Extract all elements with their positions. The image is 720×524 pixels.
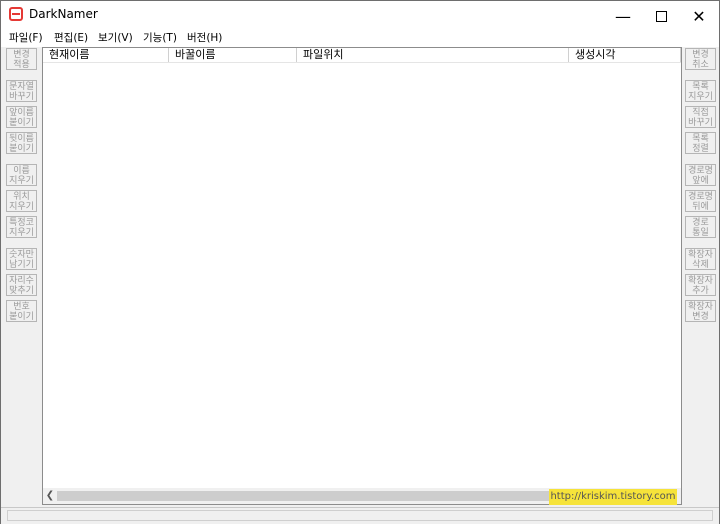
- erase-position-button[interactable]: 위치 지우기: [6, 190, 37, 212]
- file-list[interactable]: 현재이름 바꿀이름 파일위치 생성시각 ❮ ❯: [42, 47, 682, 505]
- cancel-change-button[interactable]: 변경 취소: [685, 48, 716, 70]
- menu-file[interactable]: 파일(F): [9, 30, 43, 45]
- change-extension-button[interactable]: 확장자 변경: [685, 300, 716, 322]
- menu-view[interactable]: 보기(V): [98, 30, 133, 45]
- clear-list-button[interactable]: 목록 지우기: [685, 80, 716, 102]
- scroll-left-icon[interactable]: ❮: [43, 488, 57, 504]
- status-bar: [1, 507, 719, 524]
- title-bar: DarkNamer — ✕: [1, 1, 719, 31]
- maximize-icon: [655, 10, 667, 22]
- menu-edit[interactable]: 편집(E): [54, 30, 88, 45]
- direct-rename-button[interactable]: 직접 바꾸기: [685, 106, 716, 128]
- close-icon: ✕: [692, 6, 706, 26]
- status-pane: [7, 510, 713, 521]
- maximize-button[interactable]: [641, 1, 681, 31]
- sort-list-button[interactable]: 목록 정렬: [685, 132, 716, 154]
- add-extension-button[interactable]: 확장자 추가: [685, 274, 716, 296]
- app-icon: [9, 7, 23, 21]
- replace-string-button[interactable]: 문자열 바꾸기: [6, 80, 37, 102]
- watermark-link: http://kriskim.tistory.com: [549, 489, 677, 505]
- path-prefix-button[interactable]: 경로명 앞에: [685, 164, 716, 186]
- column-created-time[interactable]: 생성시각: [569, 48, 681, 62]
- apply-change-button[interactable]: 변경 적용: [6, 48, 37, 70]
- erase-specific-button[interactable]: 특정코 지우기: [6, 216, 37, 238]
- column-file-location[interactable]: 파일위치: [297, 48, 569, 62]
- menu-bar: 파일(F) 편집(E) 보기(V) 기능(T) 버전(H): [1, 29, 719, 47]
- list-header: 현재이름 바꿀이름 파일위치 생성시각: [43, 48, 681, 63]
- erase-name-button[interactable]: 이름 지우기: [6, 164, 37, 186]
- keep-numbers-button[interactable]: 숫자만 남기기: [6, 248, 37, 270]
- delete-extension-button[interactable]: 확장자 삭제: [685, 248, 716, 270]
- minimize-button[interactable]: —: [603, 1, 643, 31]
- window-title: DarkNamer: [29, 7, 98, 21]
- column-current-name[interactable]: 현재이름: [43, 48, 169, 62]
- add-number-button[interactable]: 번호 붙이기: [6, 300, 37, 322]
- app-window: DarkNamer — ✕ 파일(F) 편집(E) 보기(V) 기능(T) 버전…: [0, 0, 720, 524]
- minimize-icon: —: [615, 6, 631, 26]
- path-suffix-button[interactable]: 경로명 뒤에: [685, 190, 716, 212]
- pad-digits-button[interactable]: 자리수 맞추기: [6, 274, 37, 296]
- menu-function[interactable]: 기능(T): [143, 30, 177, 45]
- append-name-button[interactable]: 뒷이름 붙이기: [6, 132, 37, 154]
- prepend-name-button[interactable]: 앞이름 붙이기: [6, 106, 37, 128]
- column-new-name[interactable]: 바꿀이름: [169, 48, 297, 62]
- close-button[interactable]: ✕: [679, 1, 719, 31]
- unify-path-button[interactable]: 경로 통일: [685, 216, 716, 238]
- menu-version[interactable]: 버전(H): [187, 30, 222, 45]
